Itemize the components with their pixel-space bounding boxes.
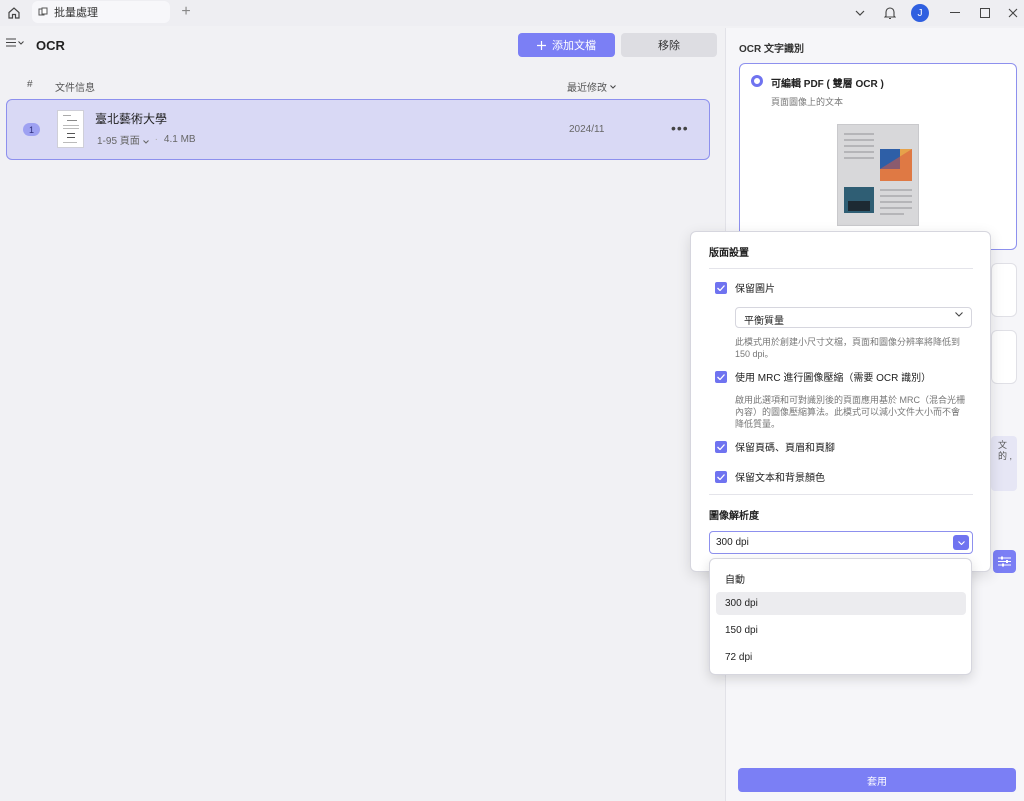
minimize-button[interactable] <box>946 3 964 23</box>
table-row[interactable]: 1 臺北藝術大學 1-95 頁面 · 4.1 MB 2024/11 ••• <box>6 99 710 160</box>
column-header-index: # <box>27 79 33 90</box>
maximize-icon <box>980 8 990 18</box>
bell-icon <box>884 7 896 20</box>
resolution-value: 300 dpi <box>716 537 749 548</box>
new-tab-button[interactable]: + <box>178 3 194 21</box>
keep-images-label: 保留圖片 <box>735 284 775 295</box>
menu-icon <box>6 38 16 47</box>
batch-icon <box>38 7 48 16</box>
apply-button[interactable]: 套用 <box>738 768 1016 792</box>
file-thumbnail <box>57 110 84 148</box>
page-range-select[interactable]: 1-95 頁面 <box>97 132 149 147</box>
radio-selected-icon[interactable] <box>751 75 763 87</box>
page-title: OCR <box>36 38 65 53</box>
file-name: 臺北藝術大學 <box>95 112 168 126</box>
ocr-option-card[interactable] <box>991 263 1017 317</box>
file-meta: 1-95 頁面 · 4.1 MB <box>97 132 196 147</box>
sliders-icon <box>998 556 1011 567</box>
image-quality-select[interactable]: 平衡質量 <box>735 307 972 328</box>
chevron-down-button[interactable] <box>851 3 869 23</box>
dropdown-option-150dpi[interactable]: 150 dpi <box>716 619 966 642</box>
settings-button[interactable] <box>993 550 1016 573</box>
close-button[interactable] <box>1005 3 1021 23</box>
quality-help-text: 此模式用於創建小尺寸文檔，頁面和圖像分辨率將降低到 150 dpi。 <box>735 337 961 359</box>
avatar: J <box>911 4 929 22</box>
mrc-help-text: 啟用此選項和可對識別後的頁面應用基於 MRC（混合光柵內容）的圖像壓縮算法。此模… <box>735 395 965 429</box>
remove-label: 移除 <box>658 40 680 52</box>
file-size: 4.1 MB <box>163 134 196 145</box>
dropdown-option-72dpi[interactable]: 72 dpi <box>716 646 966 669</box>
file-date: 2024/11 <box>569 124 605 135</box>
popover-title: 版面設置 <box>709 248 749 259</box>
info-note: 文 的 , <box>991 436 1017 491</box>
close-icon <box>1008 8 1018 18</box>
more-icon: ••• <box>671 120 689 136</box>
resolution-label: 圖像解析度 <box>709 511 759 522</box>
add-document-button[interactable]: 添加文檔 <box>518 33 615 57</box>
ocr-option-editable-pdf[interactable]: 可編輯 PDF ( 雙層 OCR ) 頁面圖像上的文本 <box>739 63 1017 250</box>
file-list-pane: OCR 添加文檔 移除 # 文件信息 最近修改 1 臺北藝術大學 1-95 頁面… <box>0 28 722 801</box>
chevron-down-icon <box>955 312 963 317</box>
keep-header-footer-label: 保留頁碼、頁眉和頁腳 <box>735 443 835 454</box>
home-icon <box>8 7 20 19</box>
layout-settings-popover: 版面設置 保留圖片 平衡質量 此模式用於創建小尺寸文檔，頁面和圖像分辨率將降低到… <box>690 231 991 572</box>
option-label: 可編輯 PDF ( 雙層 OCR ) <box>771 79 884 90</box>
resolution-dropdown: 自動 300 dpi 150 dpi 72 dpi <box>709 558 972 675</box>
mrc-compression-checkbox[interactable]: 使用 MRC 進行圖像壓縮（需要 OCR 識別） <box>715 369 931 384</box>
divider <box>709 268 973 269</box>
chevron-down-icon <box>610 84 616 89</box>
checkbox-checked-icon <box>715 281 727 294</box>
dropdown-option-auto[interactable]: 自動 <box>716 565 966 588</box>
option-description: 頁面圖像上的文本 <box>771 97 844 107</box>
checkbox-checked-icon <box>715 470 727 483</box>
more-options-button[interactable]: ••• <box>671 120 689 136</box>
ocr-panel-title: OCR 文字識別 <box>739 44 804 55</box>
chevron-down-icon <box>142 140 149 144</box>
remove-button[interactable]: 移除 <box>621 33 717 57</box>
add-document-label: 添加文檔 <box>552 40 596 52</box>
keep-images-checkbox[interactable]: 保留圖片 <box>715 280 775 295</box>
notification-button[interactable] <box>881 3 899 23</box>
divider <box>709 494 973 495</box>
checkbox-checked-icon <box>715 440 727 453</box>
column-header-info: 文件信息 <box>55 83 95 94</box>
chevron-down-icon <box>953 535 969 550</box>
chevron-down-icon <box>855 10 865 16</box>
avatar-button[interactable]: J <box>910 3 930 23</box>
plus-icon <box>537 40 546 50</box>
document-preview-icon <box>844 133 912 215</box>
column-header-modified-label: 最近修改 <box>567 83 607 94</box>
maximize-button[interactable] <box>976 3 994 23</box>
menu-button[interactable] <box>6 38 24 47</box>
meta-separator: · <box>154 134 158 145</box>
minimize-icon <box>950 12 960 13</box>
column-header-modified[interactable]: 最近修改 <box>567 79 616 94</box>
row-index: 1 <box>23 123 40 136</box>
keep-header-footer-checkbox[interactable]: 保留頁碼、頁眉和頁腳 <box>715 439 835 454</box>
dropdown-option-300dpi[interactable]: 300 dpi <box>716 592 966 615</box>
ocr-option-card[interactable] <box>991 330 1017 384</box>
resolution-select[interactable]: 300 dpi <box>709 531 973 554</box>
keep-colors-checkbox[interactable]: 保留文本和背景顏色 <box>715 469 825 484</box>
keep-colors-label: 保留文本和背景顏色 <box>735 473 825 484</box>
quality-value: 平衡質量 <box>744 316 784 327</box>
chevron-down-icon <box>18 40 24 45</box>
apply-label: 套用 <box>867 776 887 788</box>
home-button[interactable] <box>4 3 24 23</box>
page-range: 1-95 頁面 <box>97 136 140 147</box>
title-bar: 批量處理 + J <box>0 0 1024 26</box>
ocr-preview-image <box>837 124 919 226</box>
tab-batch[interactable]: 批量處理 <box>32 1 170 23</box>
checkbox-checked-icon <box>715 370 727 383</box>
mrc-label: 使用 MRC 進行圖像壓縮（需要 OCR 識別） <box>735 373 932 384</box>
tab-label: 批量處理 <box>54 7 98 19</box>
